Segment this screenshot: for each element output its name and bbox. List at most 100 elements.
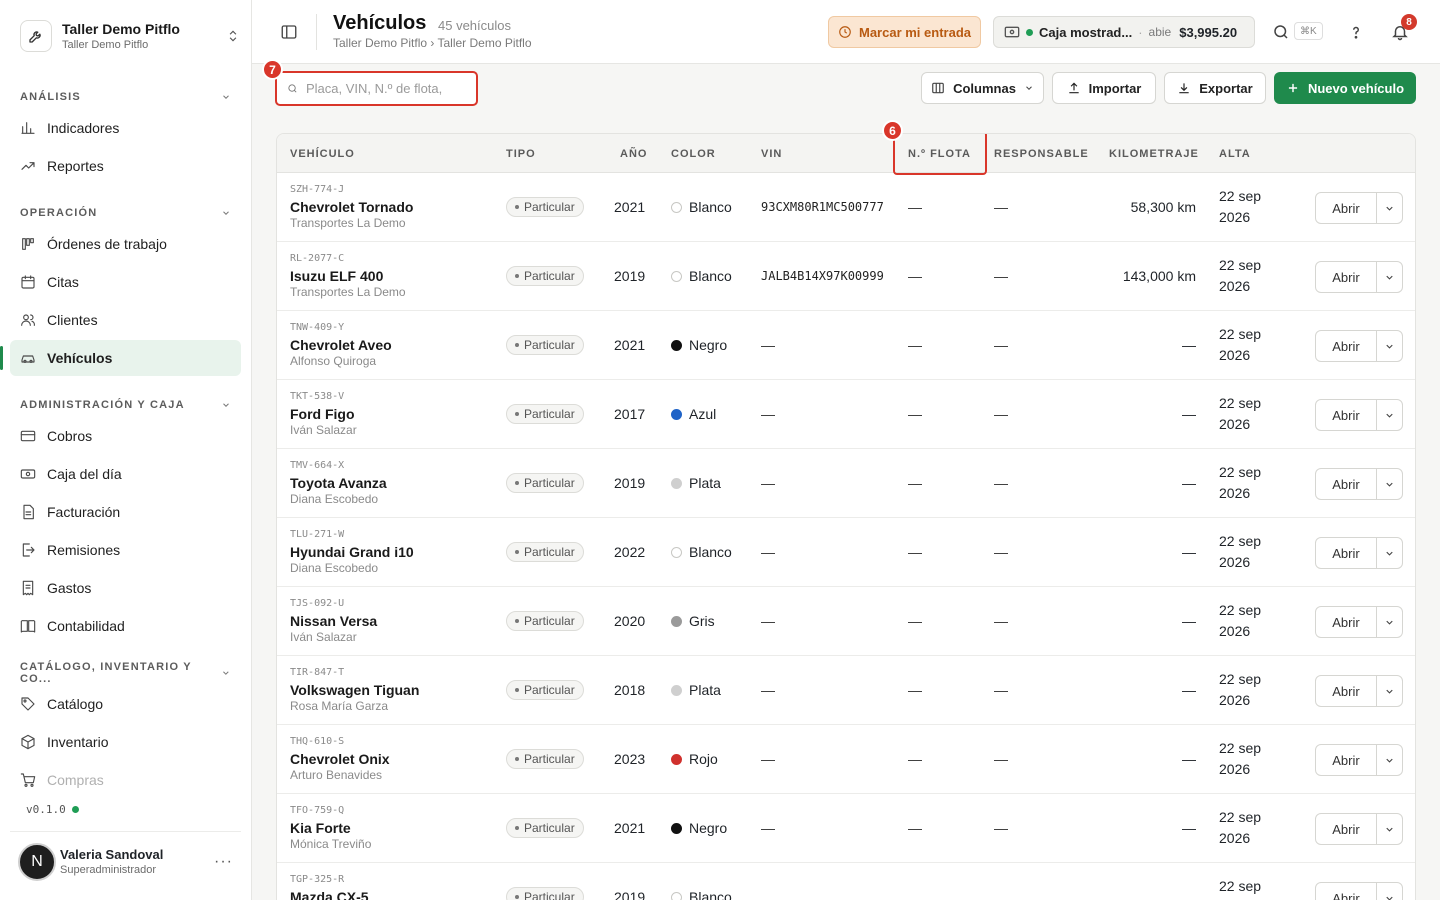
open-split-button[interactable]: Abrir <box>1315 813 1403 845</box>
workspace-switcher[interactable]: Taller Demo Pitflo Taller Demo Pitflo <box>20 18 240 54</box>
search-box[interactable] <box>275 71 478 106</box>
open-button[interactable]: Abrir <box>1316 193 1377 223</box>
vehicle-model[interactable]: Mazda CX-5 <box>290 889 369 900</box>
sidebar-toggle-icon[interactable] <box>280 23 298 41</box>
table-row[interactable]: TIR-847-T Volkswagen Tiguan Rosa María Gar… <box>277 656 1415 725</box>
vehicle-model[interactable]: Volkswagen Tiguan <box>290 682 419 698</box>
row-menu-button[interactable] <box>1377 193 1402 223</box>
vehicle-year: 2023 <box>614 751 646 767</box>
header-color[interactable]: COLOR <box>671 148 716 160</box>
sidebar-item-catalogo[interactable]: Catálogo <box>10 686 241 722</box>
vehicle-alta: 22 sep 2026 <box>1219 326 1262 363</box>
sidebar-section-header[interactable]: ANÁLISIS <box>10 84 241 110</box>
sidebar-section-header[interactable]: ADMINISTRACIÓN Y CAJA <box>10 392 241 418</box>
search-icon[interactable] <box>1272 23 1290 41</box>
open-split-button[interactable]: Abrir <box>1315 882 1403 900</box>
open-button[interactable]: Abrir <box>1316 538 1377 568</box>
vehicle-model[interactable]: Ford Figo <box>290 406 355 422</box>
open-split-button[interactable]: Abrir <box>1315 606 1403 638</box>
sidebar-section-header[interactable]: OPERACIÓN <box>10 200 241 226</box>
vehicle-model[interactable]: Chevrolet Aveo <box>290 337 392 353</box>
table-row[interactable]: TMV-664-X Toyota Avanza Diana Escobedo Part… <box>277 449 1415 518</box>
open-split-button[interactable]: Abrir <box>1315 537 1403 569</box>
row-menu-button[interactable] <box>1377 331 1402 361</box>
sidebar-item-cobros[interactable]: Cobros <box>10 418 241 454</box>
vehicle-model[interactable]: Chevrolet Onix <box>290 751 390 767</box>
import-button[interactable]: Importar <box>1052 72 1156 104</box>
header-mileage[interactable]: KILOMETRAJE <box>1109 148 1199 160</box>
sidebar-item-reportes[interactable]: Reportes <box>10 148 241 184</box>
sidebar-item-facturacion[interactable]: Facturación <box>10 494 241 530</box>
table-row[interactable]: RL-2077-C Isuzu ELF 400 Transportes La Dem… <box>277 242 1415 311</box>
help-icon[interactable] <box>1347 23 1365 41</box>
open-split-button[interactable]: Abrir <box>1315 399 1403 431</box>
row-menu-button[interactable] <box>1377 676 1402 706</box>
vehicle-model[interactable]: Nissan Versa <box>290 613 377 629</box>
search-input[interactable] <box>306 81 466 96</box>
table-row[interactable]: THQ-610-S Chevrolet Onix Arturo Benavides P… <box>277 725 1415 794</box>
open-split-button[interactable]: Abrir <box>1315 330 1403 362</box>
open-split-button[interactable]: Abrir <box>1315 744 1403 776</box>
sidebar-item-contabilidad[interactable]: Contabilidad <box>10 608 241 644</box>
row-menu-button[interactable] <box>1377 814 1402 844</box>
open-split-button[interactable]: Abrir <box>1315 261 1403 293</box>
new-vehicle-button[interactable]: Nuevo vehículo <box>1274 72 1416 104</box>
sidebar-item-remisiones[interactable]: Remisiones <box>10 532 241 568</box>
sidebar-item-vehiculos[interactable]: Vehículos <box>0 340 241 376</box>
table-row[interactable]: TGP-325-R Mazda CX-5 Particular 2019 Blanco 2… <box>277 863 1415 900</box>
table-row[interactable]: TLU-271-W Hyundai Grand i10 Diana Escobedo… <box>277 518 1415 587</box>
header-alta[interactable]: ALTA <box>1219 148 1251 160</box>
export-button[interactable]: Exportar <box>1164 72 1266 104</box>
sidebar-item-gastos[interactable]: Gastos <box>10 570 241 606</box>
open-button[interactable]: Abrir <box>1316 469 1377 499</box>
table-row[interactable]: TFO-759-Q Kia Forte Mónica Treviño Particul… <box>277 794 1415 863</box>
table-row[interactable]: TKT-538-V Ford Figo Iván Salazar Particular… <box>277 380 1415 449</box>
sidebar-item-clientes[interactable]: Clientes <box>10 302 241 338</box>
open-button[interactable]: Abrir <box>1316 607 1377 637</box>
row-menu-button[interactable] <box>1377 538 1402 568</box>
vehicle-model[interactable]: Kia Forte <box>290 820 351 836</box>
sidebar-item-ordenes-de-trabajo[interactable]: Órdenes de trabajo <box>10 226 241 262</box>
vehicle-responsible: — <box>994 544 1008 560</box>
sidebar-section-header[interactable]: CATÁLOGO, INVENTARIO Y CO... <box>10 660 241 686</box>
header-type[interactable]: TIPO <box>506 148 536 160</box>
vehicle-model[interactable]: Chevrolet Tornado <box>290 199 413 215</box>
table-row[interactable]: TJS-092-U Nissan Versa Iván Salazar Particu… <box>277 587 1415 656</box>
row-menu-button[interactable] <box>1377 262 1402 292</box>
sidebar-item-compras[interactable]: Compras <box>10 762 241 798</box>
check-in-button[interactable]: Marcar mi entrada <box>828 16 981 48</box>
open-split-button[interactable]: Abrir <box>1315 468 1403 500</box>
sidebar-item-caja-del-dia[interactable]: Caja del día <box>10 456 241 492</box>
cash-register-button[interactable]: Caja mostrad... · abie $3,995.20 <box>993 16 1255 48</box>
vehicle-model[interactable]: Isuzu ELF 400 <box>290 268 383 284</box>
open-split-button[interactable]: Abrir <box>1315 675 1403 707</box>
table-row[interactable]: SZH-774-J Chevrolet Tornado Transportes La… <box>277 173 1415 242</box>
header-year[interactable]: AÑO <box>620 148 647 160</box>
header-vin[interactable]: VIN <box>761 148 782 160</box>
more-options-icon[interactable]: ··· <box>214 853 233 871</box>
open-button[interactable]: Abrir <box>1316 262 1377 292</box>
row-menu-button[interactable] <box>1377 400 1402 430</box>
vehicle-model[interactable]: Hyundai Grand i10 <box>290 544 414 560</box>
open-split-button[interactable]: Abrir <box>1315 192 1403 224</box>
row-menu-button[interactable] <box>1377 469 1402 499</box>
vehicle-model[interactable]: Toyota Avanza <box>290 475 387 491</box>
open-button[interactable]: Abrir <box>1316 400 1377 430</box>
table-row[interactable]: TNW-409-Y Chevrolet Aveo Alfonso Quiroga Pa… <box>277 311 1415 380</box>
sidebar-item-indicadores[interactable]: Indicadores <box>10 110 241 146</box>
header-vehicle[interactable]: VEHÍCULO <box>290 148 355 160</box>
bar-chart-icon <box>20 120 36 136</box>
row-menu-button[interactable] <box>1377 883 1402 900</box>
open-button[interactable]: Abrir <box>1316 745 1377 775</box>
open-button[interactable]: Abrir <box>1316 883 1377 900</box>
open-button[interactable]: Abrir <box>1316 331 1377 361</box>
row-menu-button[interactable] <box>1377 745 1402 775</box>
user-menu[interactable]: N Valeria Sandoval Superadministrador ··… <box>10 831 241 891</box>
columns-button[interactable]: Columnas <box>921 72 1044 104</box>
row-menu-button[interactable] <box>1377 607 1402 637</box>
open-button[interactable]: Abrir <box>1316 814 1377 844</box>
header-responsible[interactable]: RESPONSABLE <box>994 148 1089 160</box>
sidebar-item-citas[interactable]: Citas <box>10 264 241 300</box>
open-button[interactable]: Abrir <box>1316 676 1377 706</box>
sidebar-item-inventario[interactable]: Inventario <box>10 724 241 760</box>
